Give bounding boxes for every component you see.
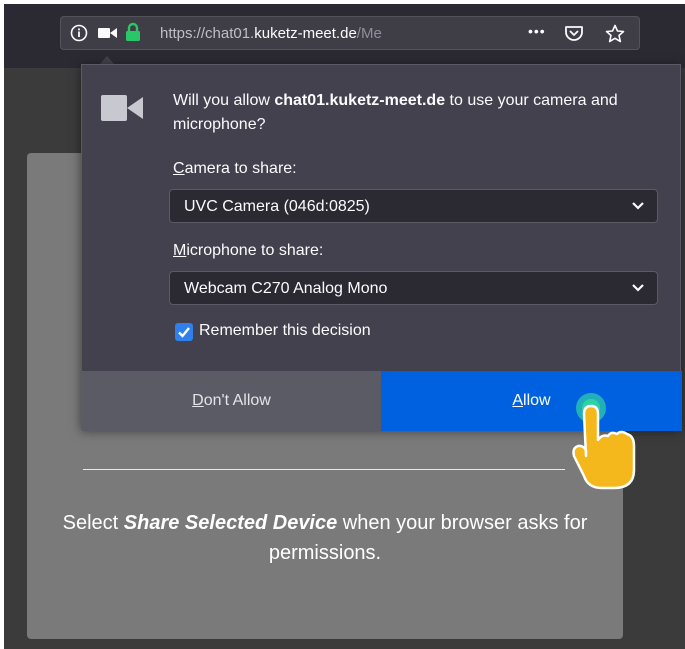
bookmark-star-icon[interactable]	[605, 24, 625, 43]
page-actions-menu-button[interactable]: •••	[528, 23, 546, 39]
camera-label: Camera to share:	[173, 160, 297, 177]
chevron-down-icon	[632, 202, 644, 210]
camera-select-value: UVC Camera (046d:0825)	[184, 198, 370, 215]
lock-icon	[126, 22, 140, 41]
browser-window: https://chat01.kuketz-meet.de/Me ••• Sel…	[4, 4, 685, 649]
camera-select[interactable]: UVC Camera (046d:0825)	[169, 189, 658, 223]
chevron-down-icon	[632, 284, 644, 292]
pointing-hand-cursor-icon	[572, 393, 636, 490]
remember-checkbox[interactable]	[175, 323, 193, 341]
microphone-select-value: Webcam C270 Analog Mono	[184, 280, 388, 297]
permission-question: Will you allow chat01.kuketz-meet.de to …	[173, 92, 618, 133]
url-bar[interactable]: https://chat01.kuketz-meet.de/Me •••	[60, 16, 640, 50]
pocket-icon[interactable]	[564, 24, 584, 42]
microphone-label: Microphone to share:	[173, 242, 324, 259]
instruction-text: Select Share Selected Device when your b…	[62, 512, 588, 564]
remember-label[interactable]: Remember this decision	[199, 322, 371, 340]
url-text[interactable]: https://chat01.kuketz-meet.de/Me	[160, 25, 476, 42]
microphone-select[interactable]: Webcam C270 Analog Mono	[169, 271, 658, 305]
divider	[83, 469, 565, 470]
checkmark-icon	[178, 327, 190, 338]
permission-popup: Will you allow chat01.kuketz-meet.de to …	[81, 64, 682, 431]
site-info-icon[interactable]	[70, 24, 88, 42]
camera-permission-icon[interactable]	[97, 24, 119, 42]
dont-allow-button[interactable]: Don't Allow	[82, 371, 381, 431]
camera-icon	[101, 95, 143, 121]
